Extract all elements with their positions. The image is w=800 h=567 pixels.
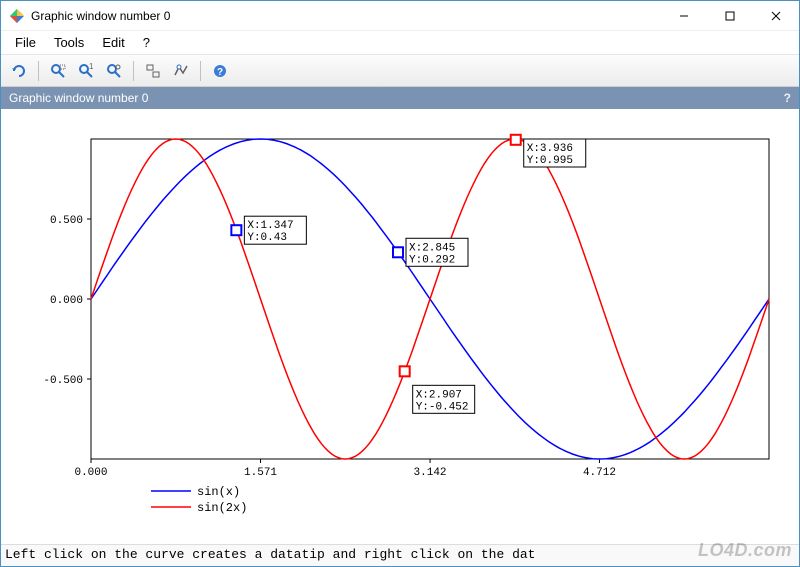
menu-help[interactable]: ? <box>135 33 158 52</box>
menu-file[interactable]: File <box>7 33 44 52</box>
toolbar-separator <box>133 61 134 81</box>
minimize-button[interactable] <box>661 1 707 31</box>
y-tick-label: -0.500 <box>43 375 83 387</box>
zoom-in-icon: 1 <box>78 63 94 79</box>
datatip-text-y: Y:0.995 <box>527 155 573 167</box>
minimize-icon <box>679 11 689 21</box>
status-text: Left click on the curve creates a datati… <box>5 547 536 562</box>
toolbar: 1 ? <box>1 55 799 87</box>
datatip-text-x: X:1.347 <box>247 220 293 232</box>
zoom-out-icon <box>106 63 122 79</box>
maximize-button[interactable] <box>707 1 753 31</box>
datatip-toggle-icon <box>145 63 161 79</box>
status-bar: Left click on the curve creates a datati… <box>1 544 799 566</box>
datatip-mode-button[interactable] <box>169 59 193 83</box>
x-tick-label: 3.142 <box>414 467 447 479</box>
datatip-text-x: X:3.936 <box>527 143 573 155</box>
datatip-text-y: Y:-0.452 <box>416 401 469 413</box>
plot-area[interactable]: -0.500 0.000 0.500 0.000 1.571 3.142 4.712 sin(… <box>1 109 799 544</box>
banner: Graphic window number 0 ? <box>1 87 799 109</box>
menu-edit[interactable]: Edit <box>94 33 132 52</box>
svg-text:?: ? <box>217 67 223 78</box>
datatip-text-y: Y:0.292 <box>409 254 455 266</box>
x-tick-label: 1.571 <box>244 467 277 479</box>
toolbar-separator <box>200 61 201 81</box>
close-icon <box>771 11 781 21</box>
rotate-button[interactable] <box>7 59 31 83</box>
zoom-area-icon <box>50 63 66 79</box>
maximize-icon <box>725 11 735 21</box>
window-title: Graphic window number 0 <box>31 9 661 23</box>
datatip-marker[interactable] <box>400 366 410 376</box>
banner-title: Graphic window number 0 <box>9 91 148 105</box>
datatip-marker[interactable] <box>231 225 241 235</box>
toolbar-separator <box>38 61 39 81</box>
titlebar: Graphic window number 0 <box>1 1 799 31</box>
legend-label: sin(x) <box>197 485 240 499</box>
window-buttons <box>661 1 799 30</box>
zoom-area-button[interactable] <box>46 59 70 83</box>
chart[interactable]: -0.500 0.000 0.500 0.000 1.571 3.142 4.712 sin(… <box>1 109 799 539</box>
rotate-icon <box>11 63 27 79</box>
app-window: Graphic window number 0 File Tools Edit … <box>0 0 800 567</box>
app-icon <box>9 8 25 24</box>
banner-help-button[interactable]: ? <box>784 91 791 105</box>
datatip-toggle-button[interactable] <box>141 59 165 83</box>
datatip-marker[interactable] <box>393 247 403 257</box>
x-tick-label: 4.712 <box>583 467 616 479</box>
datatip-text-x: X:2.907 <box>416 389 462 401</box>
menu-tools[interactable]: Tools <box>46 33 92 52</box>
datatip-marker[interactable] <box>511 135 521 145</box>
datatip-mode-icon <box>173 63 189 79</box>
help-button[interactable]: ? <box>208 59 232 83</box>
menubar: File Tools Edit ? <box>1 31 799 55</box>
x-tick-label: 0.000 <box>74 467 107 479</box>
help-icon: ? <box>212 63 228 79</box>
datatip-text-x: X:2.845 <box>409 242 455 254</box>
legend-label: sin(2x) <box>197 501 247 515</box>
zoom-in-button[interactable]: 1 <box>74 59 98 83</box>
svg-text:1: 1 <box>89 63 94 71</box>
datatip-text-y: Y:0.43 <box>247 232 287 244</box>
close-button[interactable] <box>753 1 799 31</box>
y-tick-label: 0.500 <box>50 215 83 227</box>
zoom-out-button[interactable] <box>102 59 126 83</box>
y-tick-label: 0.000 <box>50 295 83 307</box>
